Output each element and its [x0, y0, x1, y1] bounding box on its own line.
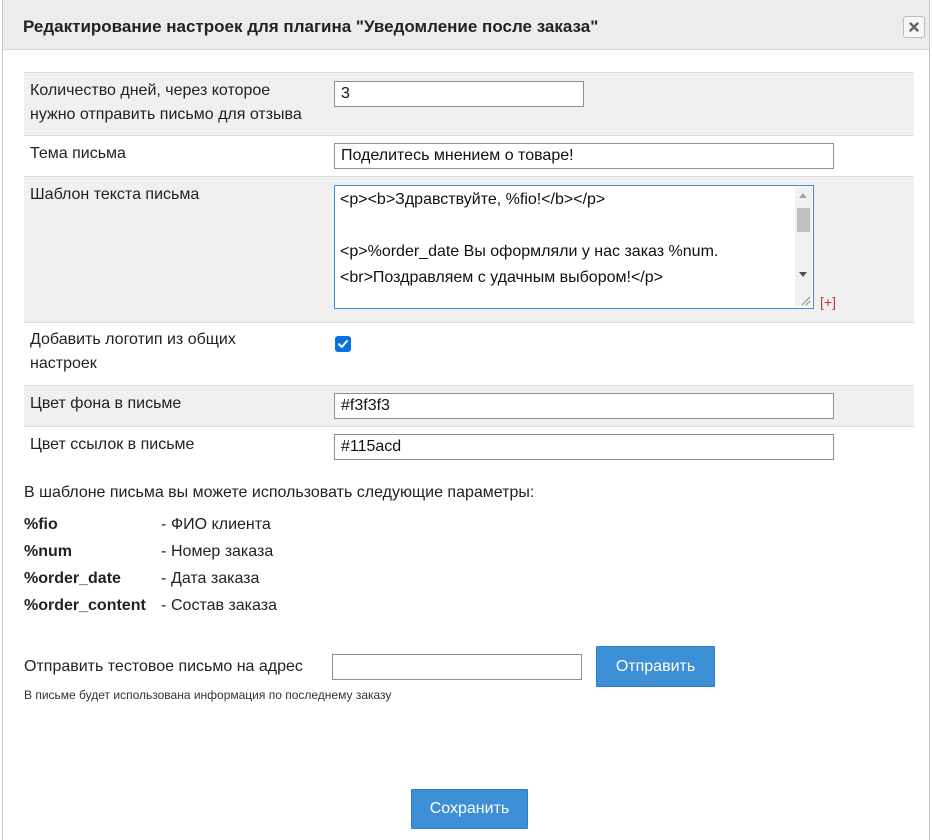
- link-color-input[interactable]: #115acd: [334, 434, 834, 460]
- bg-color-input[interactable]: #f3f3f3: [334, 393, 834, 419]
- logo-checkbox[interactable]: [335, 336, 351, 352]
- param-dash: -: [161, 570, 167, 587]
- link-color-label: Цвет ссылок в письме: [30, 436, 195, 453]
- checkmark-icon: [338, 340, 348, 348]
- close-button[interactable]: [903, 16, 925, 38]
- logo-label: Добавить логотип из общих настроек: [30, 331, 236, 372]
- param-desc: Дата заказа: [171, 570, 260, 587]
- template-scrollbar[interactable]: [795, 187, 812, 307]
- expand-link[interactable]: [+]: [820, 294, 836, 310]
- row-template: Шаблон текста письма <p><b>Здравствуйте,…: [24, 177, 914, 323]
- test-email-note: В письме будет использована информация п…: [24, 688, 392, 702]
- param-name: %order_date: [24, 570, 121, 587]
- param-name: %fio: [24, 516, 58, 533]
- send-button[interactable]: Отправить: [596, 646, 715, 687]
- scroll-down-icon[interactable]: [799, 272, 807, 277]
- param-dash: -: [161, 597, 167, 614]
- param-desc: ФИО клиента: [171, 516, 271, 533]
- row-bg-color: Цвет фона в письме #f3f3f3: [24, 386, 914, 427]
- row-subject: Тема письма Поделитесь мнением о товаре!: [24, 136, 914, 177]
- template-label: Шаблон текста письма: [30, 186, 200, 203]
- save-button[interactable]: Сохранить: [411, 789, 528, 829]
- template-line: [340, 213, 791, 239]
- row-link-color: Цвет ссылок в письме #115acd: [24, 427, 914, 468]
- row-days: Количество дней, через которое нужно отп…: [24, 72, 914, 136]
- row-logo: Добавить логотип из общих настроек: [24, 323, 914, 386]
- days-label: Количество дней, через которое нужно отп…: [30, 82, 302, 123]
- params-intro: В шаблоне письма вы можете использовать …: [24, 484, 535, 501]
- param-name: %num: [24, 543, 72, 560]
- days-input[interactable]: 3: [334, 81, 584, 107]
- dialog-title: Редактирование настроек для плагина "Уве…: [23, 17, 599, 36]
- subject-label: Тема письма: [30, 145, 126, 162]
- close-icon: [909, 22, 919, 32]
- settings-dialog: Редактирование настроек для плагина "Уве…: [2, 0, 930, 840]
- bg-color-label: Цвет фона в письме: [30, 395, 182, 412]
- param-desc: Состав заказа: [171, 597, 277, 614]
- template-textarea[interactable]: <p><b>Здравствуйте, %fio!</b></p> <p>%or…: [334, 185, 814, 309]
- template-line: <br>Поздравляем с удачным выбором!</p>: [340, 269, 663, 286]
- template-line: <p>%order_date Вы оформляли у нас заказ …: [340, 243, 719, 260]
- test-email-label: Отправить тестовое письмо на адрес: [24, 658, 303, 675]
- param-desc: Номер заказа: [171, 543, 274, 560]
- template-line: <p><b>Здравствуйте, %fio!</b></p>: [340, 191, 606, 208]
- param-dash: -: [161, 516, 167, 533]
- scroll-thumb[interactable]: [797, 208, 810, 232]
- test-email-input[interactable]: [332, 654, 582, 680]
- scroll-up-icon[interactable]: [799, 193, 807, 198]
- param-dash: -: [161, 543, 167, 560]
- resize-grip-icon[interactable]: [799, 294, 811, 306]
- dialog-titlebar: Редактирование настроек для плагина "Уве…: [3, 0, 929, 50]
- subject-input[interactable]: Поделитесь мнением о товаре!: [334, 143, 834, 169]
- param-name: %order_content: [24, 597, 146, 614]
